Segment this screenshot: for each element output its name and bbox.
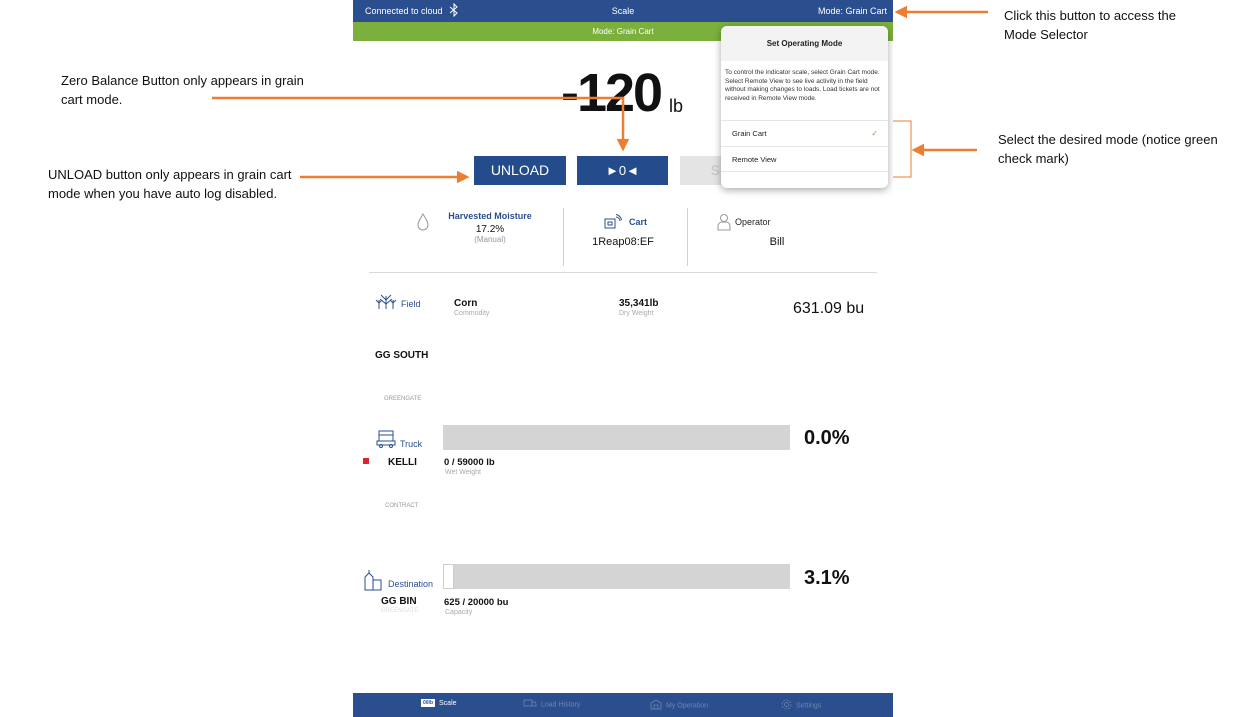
annotation-arrows: [212, 5, 988, 184]
mode-options-bracket: [893, 120, 912, 178]
zero-balance-arrow: [212, 96, 630, 152]
